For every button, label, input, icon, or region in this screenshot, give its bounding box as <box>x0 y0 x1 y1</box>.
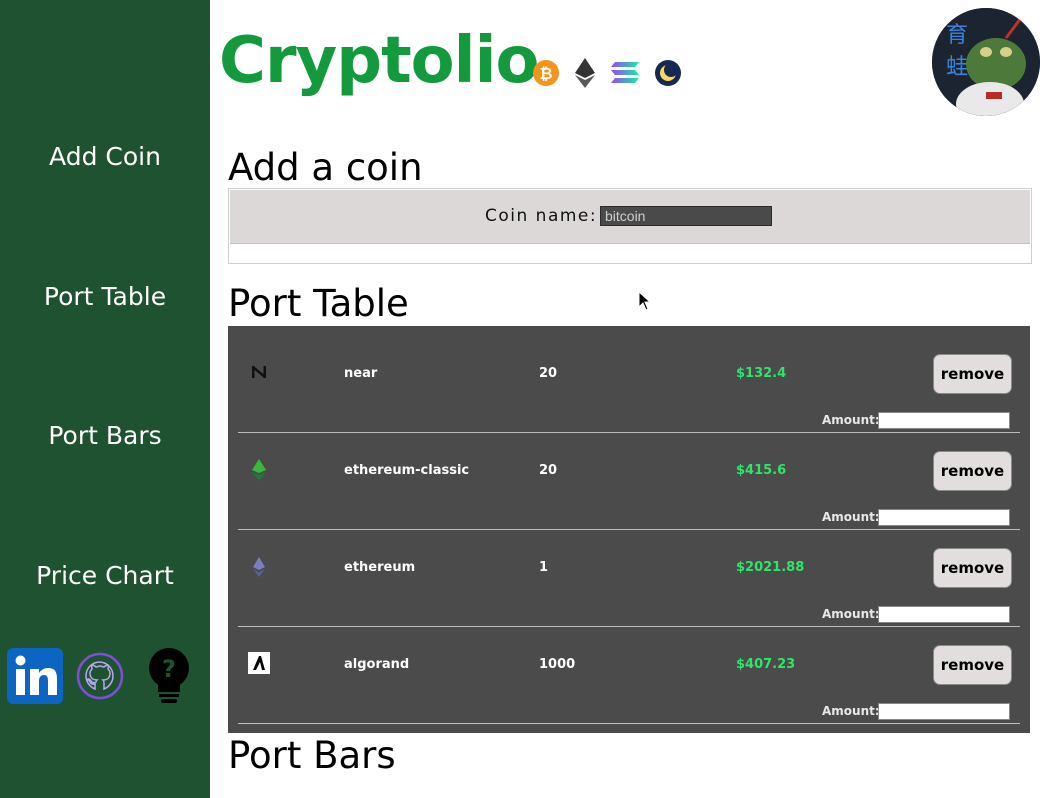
amount-input[interactable] <box>878 606 1010 623</box>
coin-quantity: 1 <box>539 560 549 575</box>
coin-name: algorand <box>344 657 410 672</box>
table-row: ethereum-classic 20 $415.6 remove Amount… <box>238 432 1020 530</box>
coin-value: $132.4 <box>736 366 787 381</box>
svg-text:育: 育 <box>946 23 968 48</box>
nav-price-chart[interactable]: Price Chart <box>0 561 210 590</box>
add-coin-bar: Coin name: <box>230 190 1030 244</box>
coin-value: $2021.88 <box>736 560 805 575</box>
table-row: ethereum 1 $2021.88 remove Amount: <box>238 529 1020 627</box>
remove-button[interactable]: remove <box>933 645 1012 685</box>
header-coin-icons: ₿ <box>532 58 682 92</box>
coin-name-input[interactable] <box>600 206 772 226</box>
coin-name: near <box>344 366 378 381</box>
coin-quantity: 20 <box>539 366 558 381</box>
ethereum-icon <box>574 58 596 92</box>
remove-button[interactable]: remove <box>933 354 1012 394</box>
remove-button[interactable]: remove <box>933 548 1012 588</box>
port-table: near 20 $132.4 remove Amount: ethereum-c… <box>228 326 1030 733</box>
svg-text:蛙: 蛙 <box>946 55 968 80</box>
coin-name: ethereum-classic <box>344 463 470 478</box>
avatar[interactable]: 育 蛙 <box>932 8 1040 116</box>
nav-add-coin[interactable]: Add Coin <box>0 142 210 171</box>
mouse-cursor-icon <box>638 290 652 315</box>
svg-text:₿: ₿ <box>539 64 552 83</box>
bitcoin-icon: ₿ <box>532 59 560 91</box>
port-table-heading: Port Table <box>228 282 409 325</box>
port-bars-heading: Port Bars <box>228 734 396 777</box>
solana-icon <box>610 61 640 89</box>
svg-text:?: ? <box>162 655 176 683</box>
remove-button[interactable]: remove <box>933 451 1012 491</box>
coin-value: $407.23 <box>736 657 796 672</box>
ethereum-icon <box>248 555 270 577</box>
amount-label: Amount: <box>822 413 880 427</box>
coin-value: $415.6 <box>736 463 787 478</box>
coin-quantity: 1000 <box>539 657 576 672</box>
near-icon <box>248 361 270 383</box>
amount-input[interactable] <box>878 703 1010 720</box>
main-content: Cryptolio ₿ 育 蛙 Add a coin Coin name: bi… <box>210 0 1052 798</box>
table-row: near 20 $132.4 remove Amount: <box>238 335 1020 433</box>
amount-label: Amount: <box>822 704 880 718</box>
coin-quantity: 20 <box>539 463 558 478</box>
coin-name: ethereum <box>344 560 416 575</box>
terra-luna-icon <box>654 59 682 91</box>
algorand-icon <box>248 652 270 674</box>
amount-label: Amount: <box>822 607 880 621</box>
ethereum-classic-icon <box>248 458 270 481</box>
add-coin-form: Coin name: <box>228 188 1032 264</box>
amount-input[interactable] <box>878 509 1010 526</box>
table-row: algorand 1000 $407.23 remove Amount: <box>238 626 1020 724</box>
help-icon[interactable]: ? <box>145 647 193 709</box>
nav-port-bars[interactable]: Port Bars <box>0 421 210 450</box>
app-title: Cryptolio <box>219 24 539 98</box>
nav-port-table[interactable]: Port Table <box>0 282 210 311</box>
github-icon[interactable] <box>76 652 124 704</box>
coin-name-label: Coin name: <box>485 206 598 226</box>
linkedin-icon[interactable] <box>7 648 63 708</box>
add-coin-heading: Add a coin <box>228 146 423 189</box>
amount-label: Amount: <box>822 510 880 524</box>
amount-input[interactable] <box>878 412 1010 429</box>
sidebar: Add Coin Port Table Port Bars Price Char… <box>0 0 210 798</box>
